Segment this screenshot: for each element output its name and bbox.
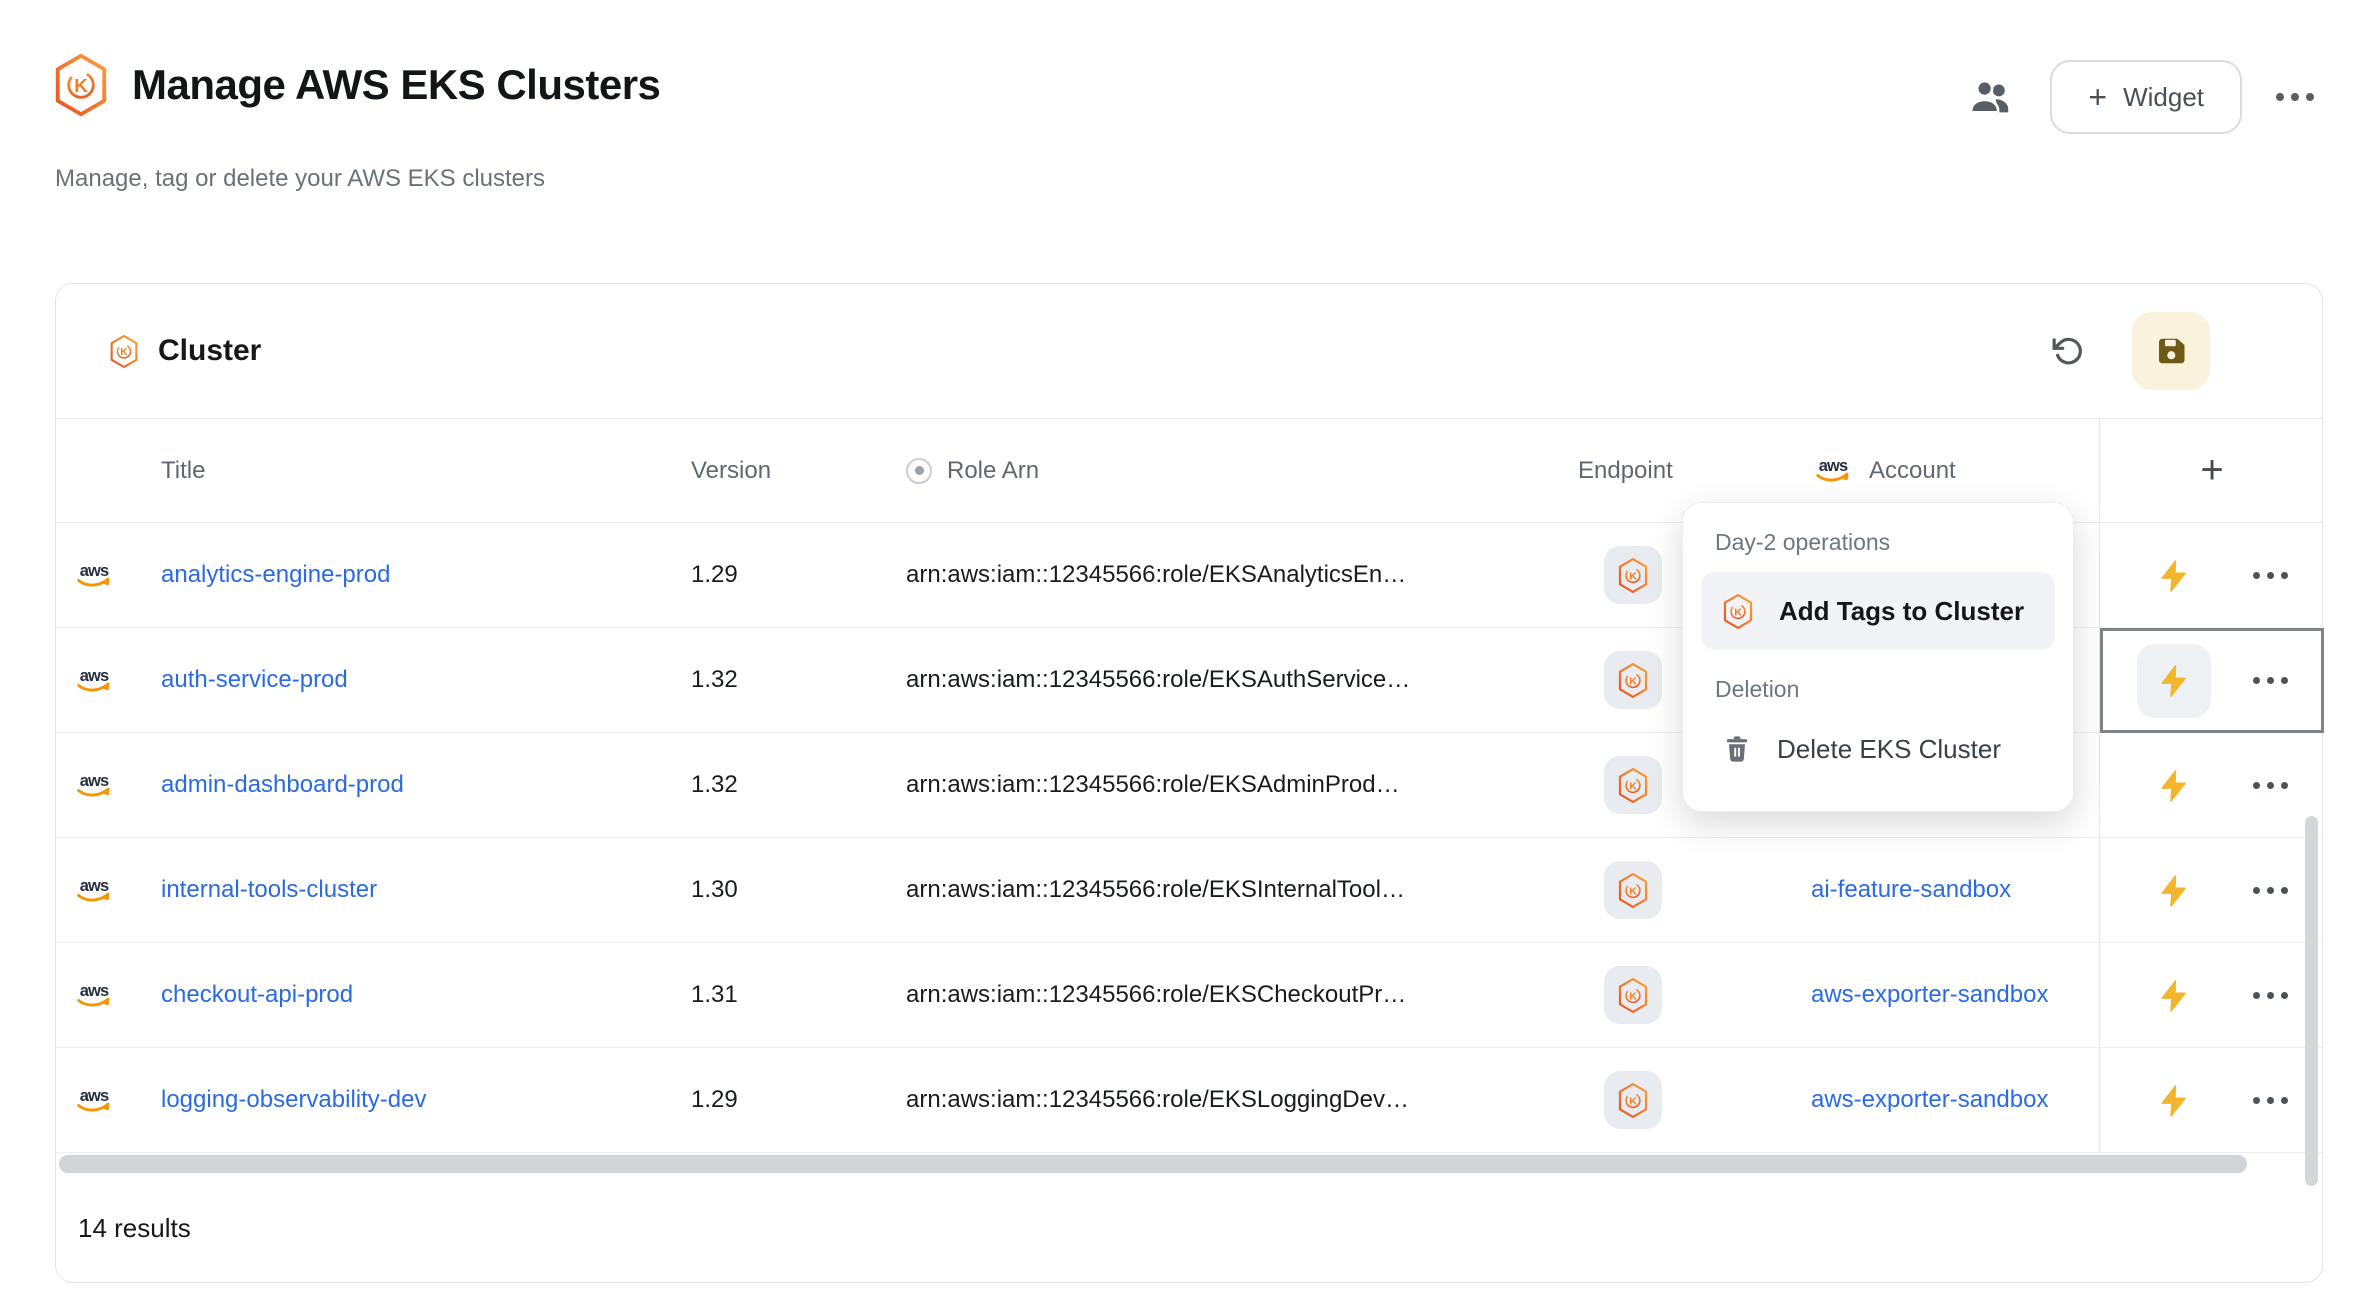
row-menu-button[interactable]: [2253, 782, 2288, 789]
menu-item-add-tags[interactable]: Add Tags to Cluster: [1701, 572, 2055, 650]
eks-icon: [50, 52, 112, 118]
save-icon: [2153, 333, 2189, 369]
cluster-role-arn: arn:aws:iam::12345566:role/EKSAnalyticsE…: [906, 561, 1406, 589]
selected-action-cell[interactable]: [2099, 628, 2324, 733]
table-row[interactable]: internal-tools-cluster 1.30 arn:aws:iam:…: [56, 838, 2322, 943]
plus-icon: +: [2088, 81, 2107, 113]
table-row[interactable]: logging-observability-dev 1.29 arn:aws:i…: [56, 1048, 2322, 1153]
widget-footer: 14 results: [56, 1173, 2322, 1283]
row-menu-button[interactable]: [2253, 677, 2288, 684]
cluster-version: 1.32: [691, 771, 738, 799]
horizontal-scrollbar[interactable]: [59, 1155, 2247, 1173]
add-widget-label: Widget: [2123, 82, 2204, 113]
cluster-role-arn: arn:aws:iam::12345566:role/EKSAdminProd…: [906, 771, 1400, 799]
more-menu-button[interactable]: [2276, 93, 2314, 101]
aws-icon: [1811, 454, 1855, 487]
menu-section-label: Day-2 operations: [1701, 529, 2055, 556]
column-header-version[interactable]: Version: [691, 419, 906, 522]
endpoint-badge[interactable]: [1604, 861, 1662, 919]
cluster-title-link[interactable]: logging-observability-dev: [161, 1086, 426, 1114]
row-menu-button[interactable]: [2253, 887, 2288, 894]
lightning-icon: [2156, 1083, 2192, 1119]
widget-header: Cluster: [56, 284, 2322, 419]
cluster-title-link[interactable]: internal-tools-cluster: [161, 876, 377, 904]
page-title: Manage AWS EKS Clusters: [132, 61, 660, 109]
cluster-version: 1.29: [691, 561, 738, 589]
cluster-version: 1.29: [691, 1086, 738, 1114]
share-users-button[interactable]: [1964, 71, 2016, 123]
cluster-role-arn: arn:aws:iam::12345566:role/EKSLoggingDev…: [906, 1086, 1409, 1114]
save-button[interactable]: [2132, 312, 2210, 390]
eks-icon: [1616, 1082, 1650, 1119]
lightning-icon: [2156, 768, 2192, 804]
eks-icon: [1616, 977, 1650, 1014]
undo-icon: [2052, 335, 2084, 367]
row-menu-button[interactable]: [2253, 1097, 2288, 1104]
eks-icon: [1616, 557, 1650, 594]
lightning-icon: [2156, 663, 2192, 699]
aws-icon: [72, 979, 116, 1012]
cluster-role-arn: arn:aws:iam::12345566:role/EKSAuthServic…: [906, 666, 1410, 694]
quick-action-button[interactable]: [2137, 854, 2211, 928]
quick-action-button[interactable]: [2137, 539, 2211, 613]
results-count: 14 results: [78, 1213, 191, 1244]
table-row[interactable]: checkout-api-prod 1.31 arn:aws:iam::1234…: [56, 943, 2322, 1048]
page-header: Manage AWS EKS Clusters: [50, 52, 660, 118]
row-context-menu: Day-2 operations Add Tags to Cluster Del…: [1682, 502, 2074, 812]
eks-icon: [1616, 872, 1650, 909]
eks-icon: [1616, 767, 1650, 804]
add-widget-button[interactable]: + Widget: [2050, 60, 2242, 134]
undo-button[interactable]: [2046, 329, 2090, 373]
account-link[interactable]: aws-exporter-sandbox: [1811, 1086, 2048, 1114]
aws-icon: [72, 559, 116, 592]
menu-section-label: Deletion: [1701, 676, 2055, 703]
endpoint-badge[interactable]: [1604, 966, 1662, 1024]
endpoint-badge[interactable]: [1604, 651, 1662, 709]
aws-icon: [72, 769, 116, 802]
cluster-version: 1.31: [691, 981, 738, 1009]
cluster-title-link[interactable]: admin-dashboard-prod: [161, 771, 404, 799]
top-actions: + Widget: [1964, 60, 2314, 134]
radio-icon: [906, 458, 932, 484]
quick-action-button[interactable]: [2137, 1064, 2211, 1138]
row-menu-button[interactable]: [2253, 992, 2288, 999]
aws-icon: [72, 874, 116, 907]
plus-icon: +: [2200, 448, 2223, 493]
quick-action-button[interactable]: [2137, 959, 2211, 1033]
lightning-icon: [2156, 873, 2192, 909]
add-column-button[interactable]: +: [2099, 419, 2324, 522]
column-header-role-arn[interactable]: Role Arn: [906, 419, 1578, 522]
cluster-title-link[interactable]: analytics-engine-prod: [161, 561, 390, 589]
endpoint-badge[interactable]: [1604, 756, 1662, 814]
eks-icon: [108, 334, 140, 369]
aws-icon: [72, 664, 116, 697]
lightning-icon: [2156, 978, 2192, 1014]
cluster-role-arn: arn:aws:iam::12345566:role/EKSInternalTo…: [906, 876, 1405, 904]
endpoint-badge[interactable]: [1604, 546, 1662, 604]
column-header-title[interactable]: Title: [161, 419, 691, 522]
people-icon: [1967, 74, 2013, 120]
menu-item-delete-cluster[interactable]: Delete EKS Cluster: [1701, 717, 2055, 781]
cluster-version: 1.32: [691, 666, 738, 694]
cluster-title-link[interactable]: checkout-api-prod: [161, 981, 353, 1009]
quick-action-button[interactable]: [2137, 644, 2211, 718]
widget-title: Cluster: [158, 334, 261, 368]
cluster-title-link[interactable]: auth-service-prod: [161, 666, 348, 694]
eks-icon: [1616, 662, 1650, 699]
trash-icon: [1721, 733, 1753, 765]
row-menu-button[interactable]: [2253, 572, 2288, 579]
cluster-role-arn: arn:aws:iam::12345566:role/EKSCheckoutPr…: [906, 981, 1406, 1009]
cluster-version: 1.30: [691, 876, 738, 904]
endpoint-badge[interactable]: [1604, 1071, 1662, 1129]
account-link[interactable]: aws-exporter-sandbox: [1811, 981, 2048, 1009]
quick-action-button[interactable]: [2137, 749, 2211, 823]
vertical-scrollbar[interactable]: [2305, 816, 2318, 1186]
page: Manage AWS EKS Clusters Manage, tag or d…: [0, 0, 2364, 1300]
lightning-icon: [2156, 558, 2192, 594]
eks-icon: [1721, 593, 1755, 630]
aws-icon: [72, 1084, 116, 1117]
account-link[interactable]: ai-feature-sandbox: [1811, 876, 2011, 904]
page-subtitle: Manage, tag or delete your AWS EKS clust…: [55, 165, 545, 193]
